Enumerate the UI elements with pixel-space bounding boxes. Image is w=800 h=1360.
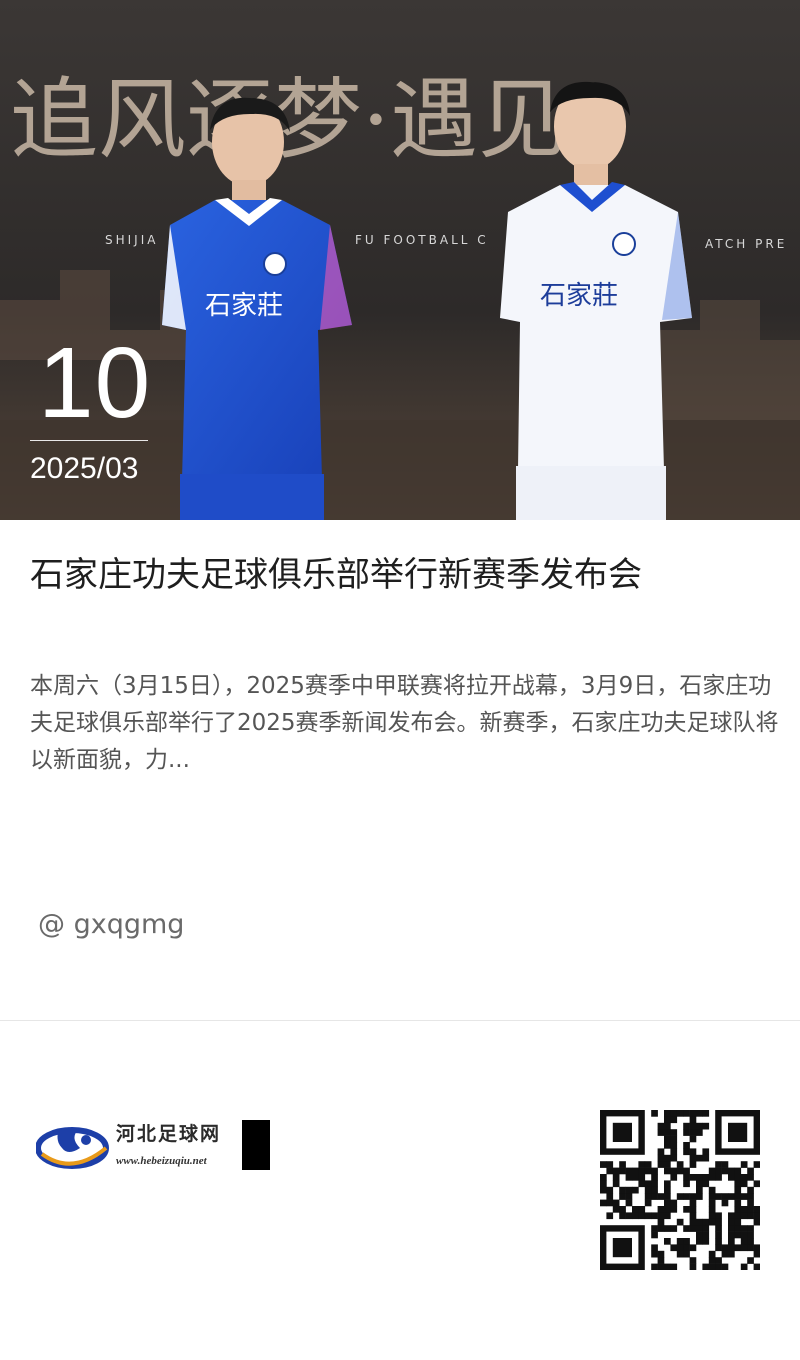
banner-sub-mid: FU FOOTBALL C [355,233,489,247]
date-day: 10 [38,327,152,439]
banner-text: 追风逐梦·遇见 [10,68,566,171]
date-divider [30,440,148,441]
banner-sub-right: ATCH PRE [705,237,787,251]
cover-image: 追风逐梦·遇见 SHIJIA FU FOOTBALL C ATCH PRE 石家… [0,0,800,520]
qr-code-graphic [600,1110,761,1271]
article-title[interactable]: 石家庄功夫足球俱乐部举行新赛季发布会 [30,550,770,600]
logo-emblem-icon [36,1127,109,1169]
article-author: @ gxqgmg [38,909,185,940]
section-divider [0,1020,800,1021]
article-summary: 本周六（3月15日），2025赛季中甲联赛将拉开战幕，3月9日，石家庄功夫足球俱… [30,673,779,773]
logo-url: www.hebeizuqiu.net [116,1155,207,1167]
logo-black-block [242,1120,270,1170]
jersey-text-left: 石家莊 [205,291,283,321]
jersey-text-right: 石家莊 [540,281,618,311]
site-logo[interactable]: 河北足球网 www.hebeizuqiu.net [36,1118,276,1174]
date-year-month: 2025/03 [30,452,139,485]
hero-photo: 追风逐梦·遇见 SHIJIA FU FOOTBALL C ATCH PRE 石家… [0,0,800,520]
banner-sub-left: SHIJIA [105,233,158,247]
logo-name: 河北足球网 [116,1123,222,1145]
qr-code-icon[interactable] [600,1110,761,1271]
